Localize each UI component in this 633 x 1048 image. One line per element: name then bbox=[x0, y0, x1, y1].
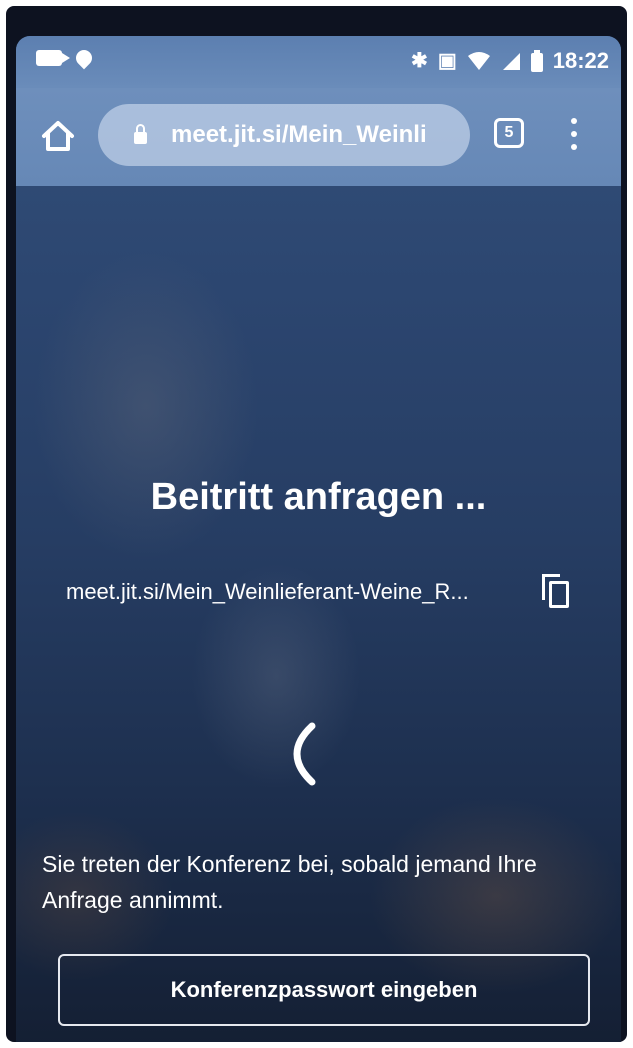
wifi-icon bbox=[467, 52, 490, 70]
lobby-title: Beitritt anfragen ... bbox=[150, 476, 487, 518]
signal-icon bbox=[502, 53, 520, 70]
status-left-icons bbox=[36, 46, 96, 70]
browser-toolbar: meet.jit.si/Mein_Weinli 5 bbox=[16, 88, 621, 186]
phone-device: ✱ ▣ 18:22 meet.jit.si/Mein_Weinli 5 Beit… bbox=[6, 6, 627, 1042]
tabs-icon[interactable]: 5 bbox=[494, 118, 524, 148]
video-camera-icon bbox=[36, 50, 70, 66]
address-bar[interactable]: meet.jit.si/Mein_Weinli bbox=[98, 104, 470, 166]
location-pin-icon bbox=[72, 46, 96, 70]
vibrate-icon: ▣ bbox=[437, 50, 457, 72]
copy-icon[interactable] bbox=[542, 574, 572, 610]
bluetooth-icon: ✱ bbox=[411, 50, 428, 72]
more-vert-icon[interactable] bbox=[564, 114, 584, 154]
meeting-link-row: meet.jit.si/Mein_Weinlieferant-Weine_R..… bbox=[66, 572, 586, 612]
battery-icon bbox=[530, 50, 543, 72]
status-bar: ✱ ▣ 18:22 bbox=[16, 36, 621, 88]
lobby-message: Sie treten der Konferenz bei, sobald jem… bbox=[42, 851, 537, 913]
status-time: 18:22 bbox=[552, 48, 609, 73]
loading-spinner-icon bbox=[293, 722, 316, 786]
phone-screen: ✱ ▣ 18:22 meet.jit.si/Mein_Weinli 5 Beit… bbox=[16, 36, 621, 1042]
status-right-icons: ✱ ▣ 18:22 bbox=[411, 48, 609, 74]
photo-frame: ✱ ▣ 18:22 meet.jit.si/Mein_Weinli 5 Beit… bbox=[0, 0, 633, 1048]
enter-password-button[interactable]: Konferenzpasswort eingeben bbox=[58, 954, 590, 1026]
meeting-link: meet.jit.si/Mein_Weinlieferant-Weine_R..… bbox=[66, 579, 469, 604]
address-bar-url: meet.jit.si/Mein_Weinli bbox=[171, 121, 427, 148]
lock-icon bbox=[134, 124, 147, 144]
home-icon[interactable] bbox=[38, 116, 78, 156]
